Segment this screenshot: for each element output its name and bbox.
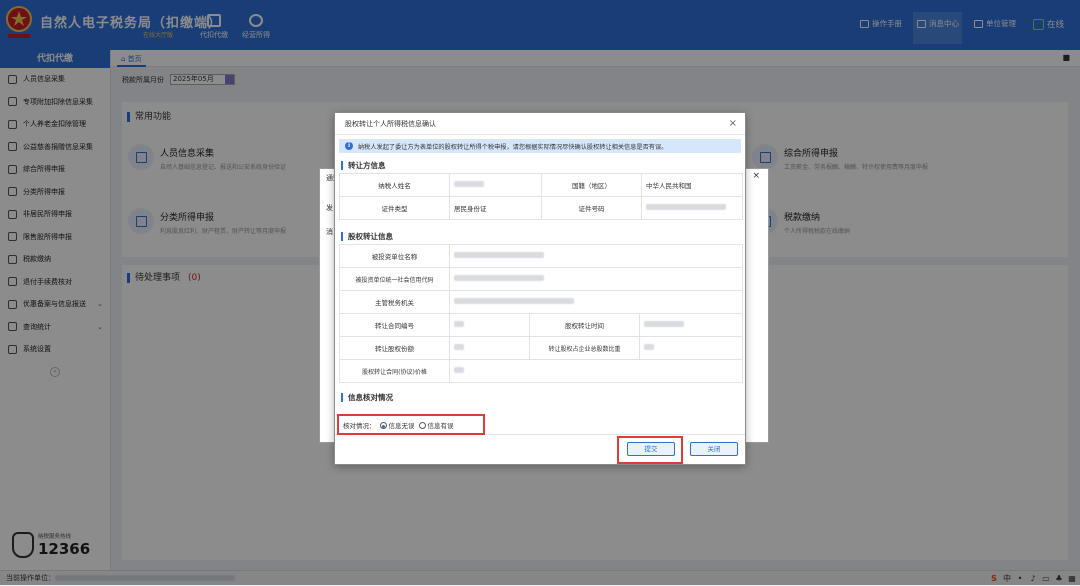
credit-code-label: 被投资单位统一社会信用代码: [339, 267, 450, 291]
verify-section-title: 信息核对情况: [341, 393, 741, 402]
price-label: 股权转让合同(协议)价格: [339, 359, 450, 383]
investee-value: [449, 244, 743, 268]
option-correct-label: 信息无误: [388, 421, 415, 430]
background-close-icon[interactable]: ×: [752, 171, 760, 181]
investee-redacted: [454, 252, 544, 258]
transferor-section-title: 转让方信息: [341, 161, 741, 170]
notice-text: 纳税人发起了委让方为表单位的股权转让所得个税申报，请您根据实际情况尽快确认股权转…: [358, 143, 668, 151]
contract-no-redacted: [454, 321, 464, 327]
region-label: 国籍（地区）: [541, 173, 642, 197]
id-no-redacted: [646, 204, 726, 210]
region-value: 中华人民共和国: [641, 173, 743, 197]
equity-table: 被投资单位名称 被投资单位统一社会信用代码 主管税务机关 转让合同编号 股权转让…: [339, 244, 743, 383]
tax-authority-redacted: [454, 298, 574, 304]
close-button[interactable]: 关闭: [690, 442, 738, 456]
id-type-value: 居民身份证: [449, 196, 542, 220]
dialog-header: 股权转让个人所得税信息确认 ×: [335, 113, 745, 135]
ratio-value: [639, 336, 743, 360]
radio-correct[interactable]: [379, 422, 387, 429]
shares-redacted: [454, 344, 464, 350]
option-wrong[interactable]: 信息有误: [418, 420, 454, 430]
ratio-redacted: [644, 344, 654, 350]
id-type-label: 证件类型: [339, 196, 450, 220]
contract-no-label: 转让合同编号: [339, 313, 450, 337]
credit-code-redacted: [454, 275, 544, 281]
id-no-value: [641, 196, 743, 220]
shares-label: 转让股权份额: [339, 336, 450, 360]
tax-authority-value: [449, 290, 743, 314]
verify-options: 核对情况： 信息无误 信息有误: [337, 414, 485, 435]
equity-section-title: 股权转让信息: [341, 232, 741, 241]
dialog-footer: 提交 关闭: [335, 434, 745, 464]
dialog-title: 股权转让个人所得税信息确认: [345, 120, 436, 128]
id-no-label: 证件号码: [541, 196, 642, 220]
background-dialog-row1: 发: [326, 204, 333, 212]
price-redacted: [454, 367, 464, 373]
shares-value: [449, 336, 530, 360]
name-label: 纳税人姓名: [339, 173, 450, 197]
contract-no-value: [449, 313, 530, 337]
name-redacted: [454, 181, 484, 187]
transfer-time-value: [639, 313, 743, 337]
option-correct[interactable]: 信息无误: [379, 420, 415, 430]
transferor-table: 纳税人姓名 国籍（地区） 中华人民共和国 证件类型 居民身份证 证件号码: [339, 173, 743, 220]
equity-transfer-confirm-dialog: 股权转让个人所得税信息确认 × i 纳税人发起了委让方为表单位的股权转让所得个税…: [334, 112, 746, 465]
info-notice: i 纳税人发起了委让方为表单位的股权转让所得个税申报，请您根据实际情况尽快确认股…: [339, 139, 741, 153]
background-dialog-row2: 消: [326, 228, 333, 236]
radio-wrong[interactable]: [418, 422, 426, 429]
tax-authority-label: 主管税务机关: [339, 290, 450, 314]
investee-label: 被投资单位名称: [339, 244, 450, 268]
close-icon[interactable]: ×: [729, 113, 737, 135]
verify-label: 核对情况：: [343, 421, 376, 430]
info-icon: i: [345, 142, 353, 150]
name-value: [449, 173, 542, 197]
price-value: [449, 359, 743, 383]
transfer-time-label: 股权转让时间: [529, 313, 640, 337]
ratio-label: 转让股权占企业总股数比重: [529, 336, 640, 360]
submit-highlight-box: [617, 436, 683, 464]
transfer-time-redacted: [644, 321, 684, 327]
credit-code-value: [449, 267, 743, 291]
option-wrong-label: 信息有误: [427, 421, 454, 430]
